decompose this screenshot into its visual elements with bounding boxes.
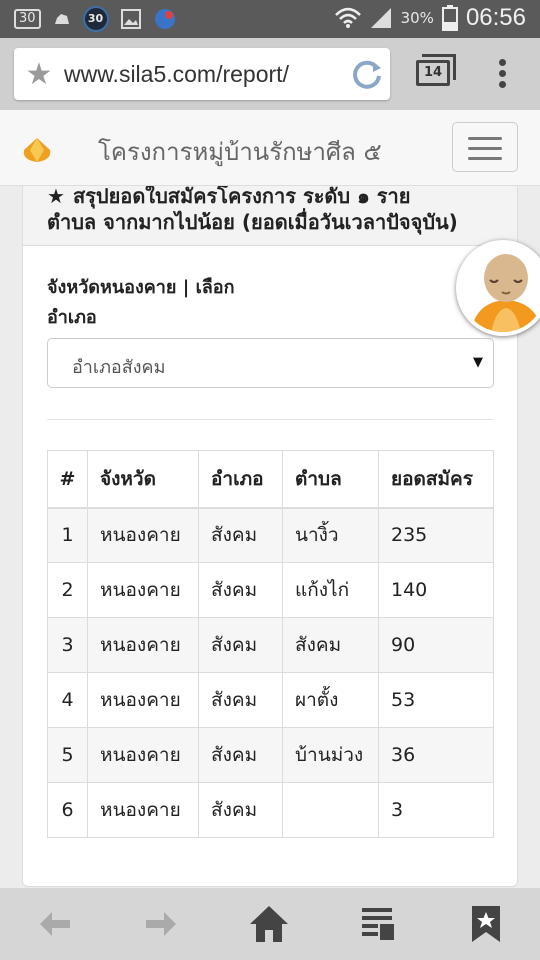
home-icon[interactable] [248,904,290,944]
cell-number: 2 [47,562,88,618]
cell-applicants: 36 [378,727,494,783]
panel-heading: ★ สรุปยอดใบสมัครโครงการ ระดับ ๑ ราย ตำบล … [23,186,517,246]
cell-province: หนองคาย [87,617,199,673]
col-header-subdistrict: ตำบล [282,450,379,509]
report-table: # จังหวัด อำเภอ ตำบล ยอดสมัคร 1 หนองคาย … [47,450,494,838]
bookmarks-icon[interactable] [468,904,504,944]
site-title[interactable]: โครงการหมู่บ้านรักษาศีล ๕ [98,132,382,171]
cell-province: หนองคาย [87,507,199,563]
cell-number: 3 [47,617,88,673]
chevron-down-icon: ▼ [473,355,483,370]
reader-icon[interactable] [360,904,398,944]
cell-province: หนองคาย [87,782,199,838]
province-label: จังหวัดหนองคาย | เลือก [47,277,235,298]
site-navbar: โครงการหมู่บ้านรักษาศีล ๕ [0,110,540,186]
cell-district: สังคม [198,562,283,618]
table-row: 3 หนองคาย สังคม สังคม 90 [47,617,494,673]
url-bar[interactable]: ★ www.sila5.com/report/ [14,48,390,100]
notification-icon [54,14,69,24]
report-panel: ★ สรุปยอดใบสมัครโครงการ ระดับ ๑ ราย ตำบล … [22,186,518,887]
notification-count-box: 30 [14,9,41,29]
reload-icon[interactable] [344,54,390,94]
table-row: 1 หนองคาย สังคม นางิ้ว 235 [47,507,494,563]
battery-percent: 30% [400,9,434,27]
table-row: 4 หนองคาย สังคม ผาตั้ง 53 [47,672,494,728]
cell-number: 1 [47,507,88,563]
table-header-row: # จังหวัด อำเภอ ตำบล ยอดสมัคร [47,450,494,509]
cell-district: สังคม [198,727,283,783]
table-row: 5 หนองคาย สังคม บ้านม่วง 36 [47,727,494,783]
table-row: 6 หนองคาย สังคม 3 [47,782,494,838]
cell-district: สังคม [198,672,283,728]
overflow-menu-icon[interactable] [490,56,514,92]
heading-line-1-text: สรุปยอดใบสมัครโครงการ ระดับ ๑ ราย [72,186,411,208]
back-arrow-icon[interactable] [36,904,74,944]
site-logo-icon[interactable] [20,136,54,164]
signal-icon [370,8,391,28]
cell-subdistrict: ผาตั้ง [282,672,379,728]
battery-icon [441,5,458,31]
app-notification-icon [154,9,175,29]
cell-number: 5 [47,727,88,783]
district-select-value: อำเภอสังคม [72,357,166,378]
cell-number: 4 [47,672,88,728]
image-icon [120,9,141,29]
star-icon: ★ [47,186,65,208]
cell-subdistrict: นางิ้ว [282,507,379,563]
cell-province: หนองคาย [87,672,199,728]
clock: 06:56 [465,4,526,31]
cell-applicants: 235 [378,507,494,563]
divider [47,419,494,420]
table-row: 2 หนองคาย สังคม แก้งไก่ 140 [47,562,494,618]
cell-district: สังคม [198,507,283,563]
col-header-province: จังหวัด [87,450,199,509]
col-header-number: # [47,450,88,509]
browser-bottom-bar [0,888,540,960]
tabs-icon[interactable]: 14 [416,60,450,86]
district-select[interactable]: อำเภอสังคม ▼ [47,338,494,388]
browser-toolbar: ★ www.sila5.com/report/ 14 [0,38,540,110]
star-icon[interactable]: ★ [14,57,64,92]
wifi-icon [334,7,361,28]
status-bar: 30 30 30% 06:56 [0,0,540,38]
cell-subdistrict [282,782,379,838]
heading-line-2: ตำบล จากมากไปน้อย (ยอดเมื่อวันเวลาปัจจุบ… [47,210,458,234]
cell-subdistrict: สังคม [282,617,379,673]
cell-district: สังคม [198,782,283,838]
cell-subdistrict: บ้านม่วง [282,727,379,783]
notification-badge: 30 [82,6,109,32]
url-text[interactable]: www.sila5.com/report/ [64,61,344,88]
district-label: อำเภอ [47,307,97,328]
cell-district: สังคม [198,617,283,673]
col-header-applicants: ยอดสมัคร [378,450,494,509]
monk-avatar-icon[interactable] [456,240,540,336]
cell-applicants: 53 [378,672,494,728]
cell-province: หนองคาย [87,727,199,783]
cell-number: 6 [47,782,88,838]
hamburger-menu-icon[interactable] [452,122,518,172]
cell-applicants: 90 [378,617,494,673]
cell-province: หนองคาย [87,562,199,618]
forward-arrow-icon[interactable] [142,904,180,944]
col-header-district: อำเภอ [198,450,283,509]
cell-applicants: 3 [378,782,494,838]
cell-applicants: 140 [378,562,494,618]
cell-subdistrict: แก้งไก่ [282,562,379,618]
